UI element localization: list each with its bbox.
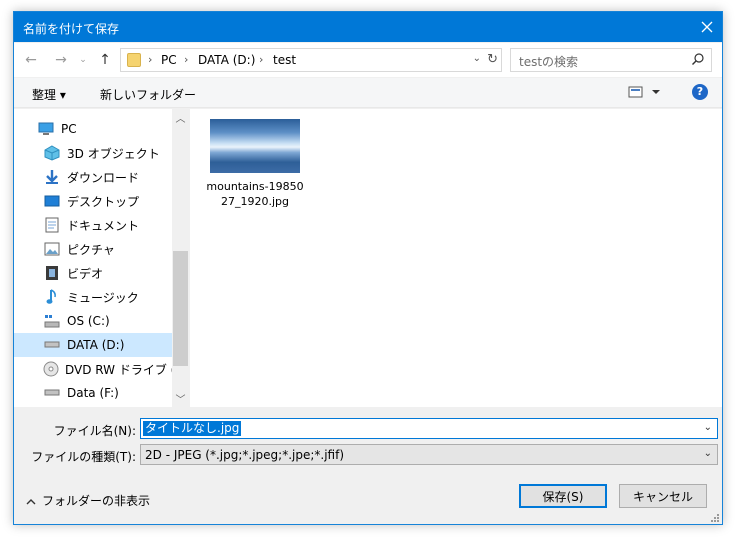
resize-grip-icon[interactable] [710, 512, 720, 522]
chevron-down-icon[interactable]: ⌄ [704, 422, 712, 433]
filename-field[interactable]: タイトルなし.jpg ⌄ [140, 418, 718, 439]
sidebar-item-pc[interactable]: PC [14, 117, 172, 141]
sidebar-item-label: ダウンロード [67, 170, 140, 185]
chevron-up-icon[interactable]: ︿ [172, 109, 189, 126]
filename-label: ファイル名(N): [53, 424, 136, 438]
desktop-icon [43, 193, 61, 209]
chevron-right-icon[interactable]: › [184, 53, 188, 66]
download-icon [43, 169, 61, 185]
sidebar-item-data-drive[interactable]: DATA (D:) [14, 333, 172, 357]
document-icon [43, 217, 61, 233]
scrollbar-thumb[interactable] [173, 251, 188, 366]
breadcrumb-pc[interactable]: PC [161, 53, 177, 67]
sidebar-item-videos[interactable]: ビデオ [14, 261, 172, 285]
music-icon [43, 289, 61, 305]
sidebar-item-label: 3D オブジェクト [67, 146, 160, 161]
sidebar-item-downloads[interactable]: ダウンロード [14, 165, 172, 189]
address-dropdown-icon[interactable]: ⌄ [473, 53, 481, 64]
filetype-value: 2D - JPEG (*.jpg;*.jpeg;*.jpe;*.jfif) [145, 448, 345, 462]
chevron-right-icon[interactable]: › [259, 53, 263, 66]
new-folder-button[interactable]: 新しいフォルダー [100, 86, 196, 103]
sidebar-item-desktop[interactable]: デスクトップ [14, 189, 172, 213]
video-icon [43, 265, 61, 281]
file-name: mountains-1985027_1920.jpg [206, 180, 304, 208]
navigation-bar: ← → ⌄ ↑ › PC › DATA (D:) › test ⌄ ↻ test… [14, 43, 722, 77]
sidebar-item-label: OS (C:) [67, 314, 110, 328]
sidebar-item-data-f-drive[interactable]: Data (F:) [14, 381, 172, 405]
sidebar-item-label: DVD RW ドライブ (E:) [65, 362, 189, 377]
pictures-icon [43, 241, 61, 257]
drive-icon [43, 337, 61, 353]
close-icon[interactable] [692, 12, 722, 42]
folder-icon [127, 53, 141, 67]
up-arrow-icon[interactable]: ↑ [96, 51, 114, 69]
sidebar-item-label: PC [61, 122, 77, 136]
image-thumbnail [210, 119, 300, 173]
sidebar-item-music[interactable]: ミュージック [14, 285, 172, 309]
hide-folders-toggle[interactable]: フォルダーの非表示 [26, 492, 150, 509]
filetype-select[interactable]: 2D - JPEG (*.jpg;*.jpeg;*.jpe;*.jfif) ⌄ [140, 444, 718, 465]
address-bar[interactable]: › PC › DATA (D:) › test ⌄ ↻ [120, 48, 502, 72]
organize-menu-button[interactable]: 整理 ▾ [32, 86, 66, 103]
sidebar-item-pictures[interactable]: ピクチャ [14, 237, 172, 261]
sidebar-item-label: DATA (D:) [67, 338, 125, 352]
sidebar-item-label: ビデオ [67, 266, 104, 281]
sidebar-item-3d-objects[interactable]: 3D オブジェクト [14, 141, 172, 165]
chevron-up-icon [26, 494, 36, 508]
view-options-icon[interactable] [628, 86, 660, 101]
title-bar: 名前を付けて保存 [14, 12, 722, 42]
sidebar-item-label: ミュージック [67, 290, 139, 305]
refresh-icon[interactable]: ↻ [487, 52, 498, 67]
search-placeholder: testの検索 [519, 55, 579, 69]
recent-dropdown-icon[interactable]: ⌄ [74, 51, 92, 69]
drive-icon [43, 385, 61, 401]
sidebar-item-label: ピクチャ [67, 242, 115, 257]
sidebar-item-label: ドキュメント [67, 218, 140, 233]
save-button[interactable]: 保存(S) [519, 484, 607, 508]
filename-value[interactable]: タイトルなし.jpg [143, 421, 242, 436]
filetype-label: ファイルの種類(T): [31, 450, 136, 464]
search-icon[interactable] [691, 52, 705, 69]
breadcrumb-test[interactable]: test [273, 53, 296, 67]
forward-arrow-icon[interactable]: → [52, 51, 70, 69]
command-bar: 整理 ▾ 新しいフォルダー ? [14, 78, 722, 108]
sidebar-item-label: Data (F:) [67, 386, 119, 400]
navigation-pane: PC 3D オブジェクト ダウンロード デスクトップ ドキュメント ピクチャ ビ… [14, 109, 189, 407]
sidebar-item-os-drive[interactable]: OS (C:) [14, 309, 172, 333]
back-arrow-icon[interactable]: ← [22, 51, 40, 69]
window-title: 名前を付けて保存 [23, 22, 120, 36]
help-icon[interactable]: ? [692, 84, 708, 100]
navigation-scrollbar[interactable]: ︿ ﹀ [172, 109, 189, 407]
3d-objects-icon [43, 145, 61, 161]
sidebar-item-documents[interactable]: ドキュメント [14, 213, 172, 237]
hide-folders-label: フォルダーの非表示 [42, 494, 151, 508]
chevron-down-icon[interactable]: ﹀ [172, 390, 189, 407]
chevron-right-icon[interactable]: › [148, 53, 152, 66]
file-item[interactable]: mountains-1985027_1920.jpg [206, 119, 304, 209]
search-box[interactable]: testの検索 [510, 48, 712, 72]
cancel-button[interactable]: キャンセル [619, 484, 707, 508]
chevron-down-icon[interactable]: ⌄ [704, 448, 712, 459]
save-as-dialog: 名前を付けて保存 ← → ⌄ ↑ › PC › DATA (D:) › test… [13, 11, 723, 525]
save-form: ファイル名(N): タイトルなし.jpg ⌄ ファイルの種類(T): 2D - … [14, 408, 722, 524]
file-list: mountains-1985027_1920.jpg [190, 109, 722, 407]
os-drive-icon [43, 313, 61, 329]
pc-icon [37, 121, 55, 137]
sidebar-item-dvd-drive[interactable]: DVD RW ドライブ (E:) [14, 357, 189, 381]
dvd-icon [43, 361, 59, 377]
sidebar-item-label: デスクトップ [67, 194, 140, 209]
breadcrumb-data-drive[interactable]: DATA (D:) [198, 53, 255, 67]
